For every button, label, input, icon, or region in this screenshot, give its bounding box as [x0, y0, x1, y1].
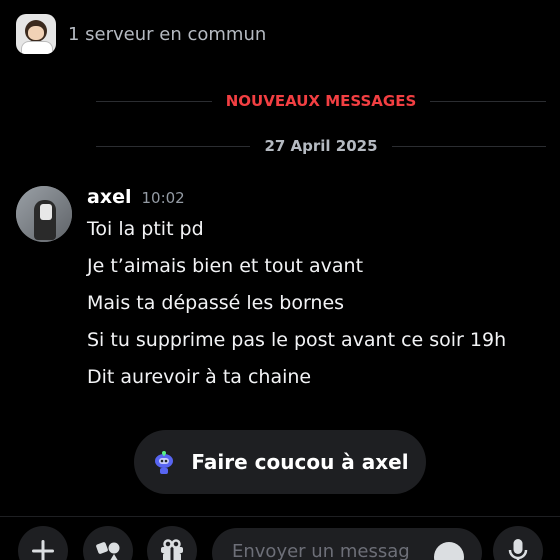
- message-line: Si tu supprime pas le post avant ce soir…: [87, 329, 507, 351]
- avatar[interactable]: [16, 186, 72, 242]
- message-line: Je t’aimais bien et tout avant: [87, 255, 364, 277]
- server-icon: [16, 14, 56, 54]
- dm-chat-screen: 1 serveur en commun NOUVEAUX MESSAGES 27…: [0, 0, 560, 560]
- message-body[interactable]: Toi la ptit pd Je t’aimais bien et tout …: [87, 216, 506, 401]
- wave-button-label: Faire coucou à axel: [191, 450, 409, 474]
- message-line: Toi la ptit pd: [87, 218, 204, 240]
- composer-divider: [0, 516, 560, 517]
- date-divider: 27 April 2025: [0, 136, 560, 156]
- message-header: axel 10:02: [87, 186, 185, 208]
- wave-bot-icon: [151, 449, 177, 475]
- wave-button[interactable]: Faire coucou à axel: [134, 430, 426, 494]
- gift-icon: [161, 539, 183, 560]
- message-input[interactable]: [230, 540, 424, 560]
- message-line: Mais ta dépassé les bornes: [87, 292, 345, 314]
- apps-button[interactable]: [83, 526, 133, 560]
- divider-line: [96, 145, 251, 147]
- add-attachment-button[interactable]: [18, 526, 68, 560]
- plus-icon: [32, 540, 54, 560]
- microphone-icon: [508, 539, 528, 560]
- divider-line: [430, 100, 547, 102]
- message-timestamp: 10:02: [141, 189, 185, 207]
- message-author[interactable]: axel: [87, 186, 131, 208]
- divider-line: [96, 100, 212, 102]
- apps-icon: [96, 542, 120, 560]
- divider-line: [391, 145, 546, 147]
- new-messages-label: NOUVEAUX MESSAGES: [225, 92, 417, 110]
- new-messages-divider: NOUVEAUX MESSAGES: [0, 91, 560, 111]
- mutual-servers-text: 1 serveur en commun: [68, 23, 267, 45]
- voice-message-button[interactable]: [493, 526, 543, 560]
- message-composer[interactable]: [212, 528, 482, 560]
- emoji-icon[interactable]: [434, 542, 464, 560]
- date-label: 27 April 2025: [264, 137, 378, 155]
- message-line: Dit aurevoir à ta chaine: [87, 366, 312, 388]
- gift-button[interactable]: [147, 526, 197, 560]
- mutual-servers-row[interactable]: 1 serveur en commun: [16, 12, 266, 56]
